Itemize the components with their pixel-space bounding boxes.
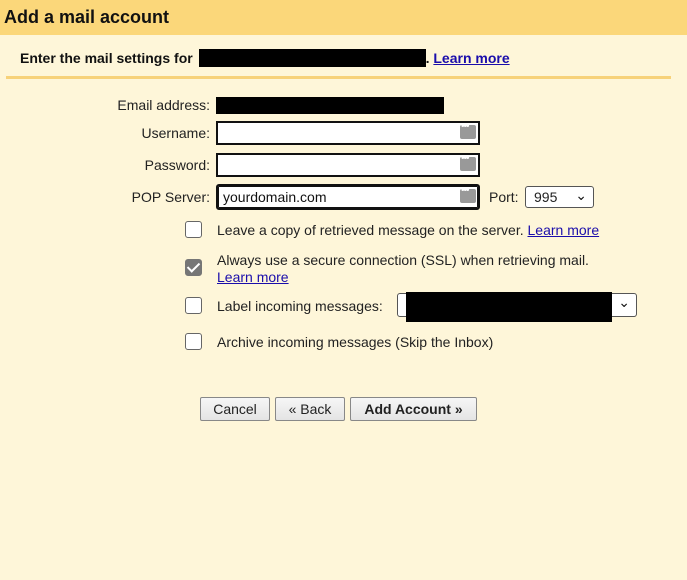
instruction-suffix: .	[425, 50, 430, 66]
email-label: Email address:	[117, 97, 210, 113]
username-label: Username:	[141, 125, 210, 141]
archive-label: Archive incoming messages (Skip the Inbo…	[217, 334, 494, 350]
label-select[interactable]: ⌄	[397, 292, 637, 322]
learn-more-link[interactable]: Learn more	[433, 50, 509, 66]
ssl-label: Always use a secure connection (SSL) whe…	[217, 252, 589, 268]
redacted-label-value	[406, 292, 612, 322]
port-select[interactable]: 995 ⌄	[525, 186, 594, 208]
redacted-email	[198, 49, 426, 67]
dialog-title: Add a mail account	[4, 7, 170, 27]
cancel-button[interactable]: Cancel	[200, 397, 270, 421]
instruction-text: Enter the mail settings for	[20, 50, 193, 66]
leave-copy-option: Leave a copy of retrieved message on the…	[217, 222, 599, 238]
redacted-email-value	[216, 97, 444, 114]
password-manager-icon[interactable]	[460, 153, 476, 171]
username-input[interactable]	[216, 121, 480, 145]
ssl-learn-more-link[interactable]: Learn more	[217, 269, 289, 285]
pop-server-label: POP Server:	[131, 189, 210, 205]
port-value: 995	[534, 189, 558, 205]
pop-server-input[interactable]: yourdomain.com	[216, 184, 480, 210]
dialog-titlebar: Add a mail account	[0, 0, 687, 35]
label-incoming-label: Label incoming messages:	[217, 298, 383, 314]
ssl-checkbox[interactable]	[185, 259, 202, 276]
password-label: Password:	[144, 157, 210, 173]
password-manager-icon[interactable]	[460, 185, 476, 203]
divider	[6, 76, 671, 79]
pop-server-value: yourdomain.com	[223, 189, 327, 205]
password-manager-icon[interactable]	[460, 121, 476, 139]
archive-checkbox[interactable]	[185, 333, 202, 350]
label-incoming-checkbox[interactable]	[185, 297, 202, 314]
add-account-button[interactable]: Add Account »	[350, 397, 477, 421]
instruction-row: Enter the mail settings for . Learn more	[20, 49, 510, 69]
chevron-down-icon: ⌄	[618, 294, 630, 310]
leave-copy-learn-more-link[interactable]: Learn more	[528, 222, 600, 238]
leave-copy-label: Leave a copy of retrieved message on the…	[217, 222, 524, 238]
chevron-down-icon: ⌄	[575, 187, 587, 203]
back-button[interactable]: « Back	[275, 397, 345, 421]
leave-copy-checkbox[interactable]	[185, 221, 202, 238]
port-label: Port:	[489, 189, 519, 205]
password-input[interactable]	[216, 153, 480, 177]
